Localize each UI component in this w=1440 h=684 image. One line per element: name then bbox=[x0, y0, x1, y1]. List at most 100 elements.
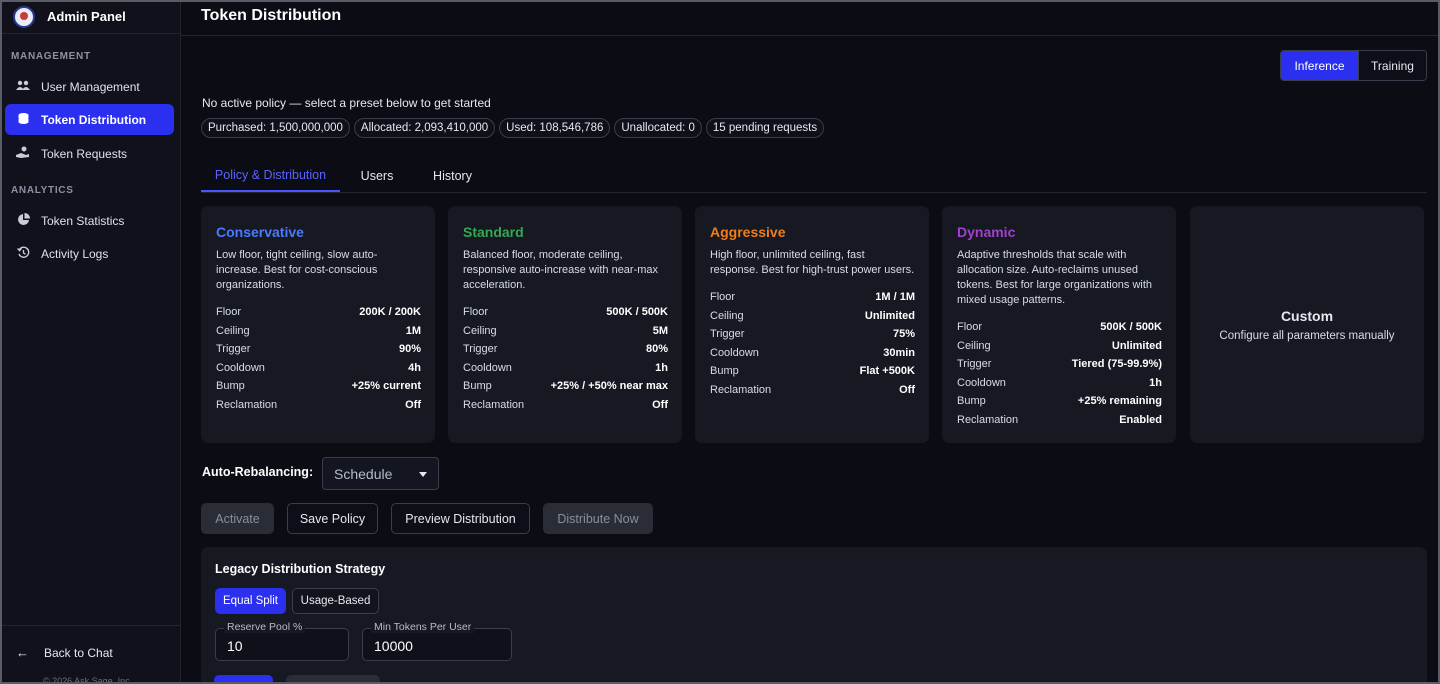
preset-description: Adaptive thresholds that scale with allo… bbox=[957, 249, 1153, 306]
preset-card-custom[interactable]: Custom Configure all parameters manually bbox=[1190, 206, 1424, 443]
preset-row-cooldown: Cooldown 30min bbox=[710, 346, 915, 359]
preset-card-aggressive[interactable]: Aggressive High floor, unlimited ceiling… bbox=[695, 206, 929, 443]
legacy-title: Legacy Distribution Strategy bbox=[215, 562, 386, 576]
pie-chart-icon bbox=[15, 212, 31, 229]
sidebar-item-token-statistics[interactable]: Token Statistics bbox=[5, 205, 174, 236]
preset-row-reclamation: Reclamation Off bbox=[710, 383, 915, 396]
section-label-analytics: ANALYTICS bbox=[11, 185, 74, 196]
sidebar-item-label: Token Statistics bbox=[41, 213, 125, 228]
preset-description: Configure all parameters manually bbox=[1219, 329, 1395, 342]
tab-history[interactable]: History bbox=[424, 160, 481, 192]
min-tokens-label: Min Tokens Per User bbox=[371, 621, 475, 633]
page-title: Token Distribution bbox=[201, 7, 342, 24]
preview-distribution-button[interactable]: Preview Distribution bbox=[391, 503, 530, 534]
sidebar-item-activity-logs[interactable]: Activity Logs bbox=[5, 238, 174, 269]
preset-card-conservative[interactable]: Conservative Low floor, tight ceiling, s… bbox=[201, 206, 435, 443]
sidebar-item-user-management[interactable]: User Management bbox=[5, 71, 174, 102]
legacy-strategy-panel: Legacy Distribution Strategy bbox=[201, 547, 1427, 684]
purchased-pill: Purchased: 1,500,000,000 bbox=[201, 118, 350, 138]
preset-row-cooldown: Cooldown 1h bbox=[463, 361, 668, 374]
preset-row-ceiling: Ceiling 1M bbox=[216, 324, 421, 337]
preset-row-trigger: Trigger Tiered (75-99.9%) bbox=[957, 358, 1162, 371]
save-policy-button[interactable]: Save Policy bbox=[287, 503, 378, 534]
mode-toggle: Inference Training bbox=[1280, 50, 1427, 81]
used-pill: Used: 108,546,786 bbox=[499, 118, 611, 138]
back-to-chat-link[interactable]: ← Back to Chat bbox=[16, 645, 113, 660]
arrow-left-icon: ← bbox=[16, 645, 29, 660]
sidebar-footer: ← Back to Chat © 2026 Ask Sage, Inc. bbox=[0, 625, 180, 684]
preset-card-standard[interactable]: Standard Balanced floor, moderate ceilin… bbox=[448, 206, 682, 443]
min-tokens-field[interactable]: Min Tokens Per User 10000 bbox=[362, 621, 512, 661]
sidebar: Admin Panel MANAGEMENT User Management T… bbox=[0, 0, 181, 684]
mode-inference-button[interactable]: Inference bbox=[1281, 51, 1358, 80]
tab-bar: Policy & Distribution Users History bbox=[201, 160, 1427, 193]
preset-title: Aggressive bbox=[710, 224, 786, 240]
policy-status-text: No active policy — select a preset below… bbox=[202, 96, 491, 110]
history-icon bbox=[15, 246, 31, 262]
preset-description: High floor, unlimited ceiling, fast resp… bbox=[710, 249, 915, 276]
sidebar-item-token-requests[interactable]: Token Requests bbox=[5, 138, 174, 169]
strategy-equal-split-button[interactable]: Equal Split bbox=[215, 588, 286, 614]
reserve-pool-field[interactable]: Reserve Pool % 10 bbox=[215, 621, 349, 661]
preset-row-trigger: Trigger 90% bbox=[216, 343, 421, 356]
preset-row-ceiling: Ceiling Unlimited bbox=[957, 339, 1162, 352]
sidebar-item-label: Activity Logs bbox=[41, 246, 109, 261]
logo bbox=[13, 5, 35, 28]
app-title: Admin Panel bbox=[47, 9, 126, 24]
brand: Admin Panel bbox=[0, 0, 180, 34]
preset-row-trigger: Trigger 80% bbox=[463, 343, 668, 356]
preset-row-ceiling: Ceiling 5M bbox=[463, 324, 668, 337]
sidebar-item-label: Token Requests bbox=[41, 146, 128, 161]
preset-row-floor: Floor 500K / 500K bbox=[463, 306, 668, 318]
preset-title: Standard bbox=[463, 224, 524, 240]
legacy-secondary-button[interactable] bbox=[286, 675, 380, 684]
preset-row-cooldown: Cooldown 1h bbox=[957, 376, 1162, 389]
auto-rebalancing-label: Auto-Rebalancing: bbox=[202, 465, 314, 479]
activate-button[interactable]: Activate bbox=[201, 503, 274, 534]
back-to-chat-label: Back to Chat bbox=[44, 645, 113, 660]
tab-policy-distribution[interactable]: Policy & Distribution bbox=[201, 160, 340, 192]
coins-icon bbox=[15, 112, 31, 128]
preset-row-floor: Floor 500K / 500K bbox=[957, 321, 1162, 333]
preset-row-ceiling: Ceiling Unlimited bbox=[710, 309, 915, 322]
caret-down-icon bbox=[419, 472, 427, 477]
auto-rebalancing-value: Schedule bbox=[334, 465, 393, 482]
tab-users[interactable]: Users bbox=[352, 160, 402, 192]
preset-row-bump: Bump +25% current bbox=[216, 380, 421, 393]
topbar: Token Distribution bbox=[181, 0, 1440, 36]
preset-row-reclamation: Reclamation Off bbox=[216, 398, 421, 411]
legacy-primary-button[interactable] bbox=[214, 675, 273, 684]
section-label-management: MANAGEMENT bbox=[11, 51, 91, 62]
distribute-now-button[interactable]: Distribute Now bbox=[543, 503, 653, 534]
preset-row-bump: Bump +25% / +50% near max bbox=[463, 380, 668, 393]
copyright: © 2026 Ask Sage, Inc. bbox=[43, 676, 133, 684]
stats-row: Purchased: 1,500,000,000 Allocated: 2,09… bbox=[201, 118, 825, 138]
preset-description: Low floor, tight ceiling, slow auto-incr… bbox=[216, 249, 378, 291]
sidebar-item-label: Token Distribution bbox=[41, 112, 147, 127]
strategy-usage-based-button[interactable]: Usage-Based bbox=[292, 588, 379, 614]
preset-row-reclamation: Reclamation Enabled bbox=[957, 413, 1162, 426]
sidebar-item-token-distribution[interactable]: Token Distribution bbox=[5, 104, 174, 135]
mode-training-button[interactable]: Training bbox=[1358, 51, 1426, 80]
preset-row-cooldown: Cooldown 4h bbox=[216, 361, 421, 374]
preset-row-trigger: Trigger 75% bbox=[710, 328, 915, 341]
allocated-pill: Allocated: 2,093,410,000 bbox=[353, 118, 496, 138]
preset-title: Custom bbox=[1280, 307, 1334, 324]
reserve-pool-value[interactable]: 10 bbox=[227, 638, 347, 654]
preset-row-floor: Floor 1M / 1M bbox=[710, 291, 915, 303]
preset-row-floor: Floor 200K / 200K bbox=[216, 306, 421, 318]
preset-card-dynamic[interactable]: Dynamic Adaptive thresholds that scale w… bbox=[942, 206, 1176, 443]
reserve-pool-label: Reserve Pool % bbox=[224, 621, 306, 633]
sidebar-item-label: User Management bbox=[41, 79, 140, 94]
preset-row-bump: Bump Flat +500K bbox=[710, 365, 915, 378]
preset-title: Conservative bbox=[216, 224, 304, 240]
auto-rebalancing-select[interactable]: Schedule bbox=[322, 457, 439, 490]
preset-title: Dynamic bbox=[957, 224, 1016, 240]
unallocated-pill: Unallocated: 0 bbox=[614, 118, 702, 138]
preset-row-reclamation: Reclamation Off bbox=[463, 398, 668, 411]
preset-row-bump: Bump +25% remaining bbox=[957, 395, 1162, 408]
preset-description: Balanced floor, moderate ceiling, respon… bbox=[463, 249, 659, 291]
hand-coin-icon bbox=[15, 146, 31, 162]
min-tokens-value[interactable]: 10000 bbox=[374, 638, 494, 654]
pending-requests-pill[interactable]: 15 pending requests bbox=[705, 118, 825, 138]
